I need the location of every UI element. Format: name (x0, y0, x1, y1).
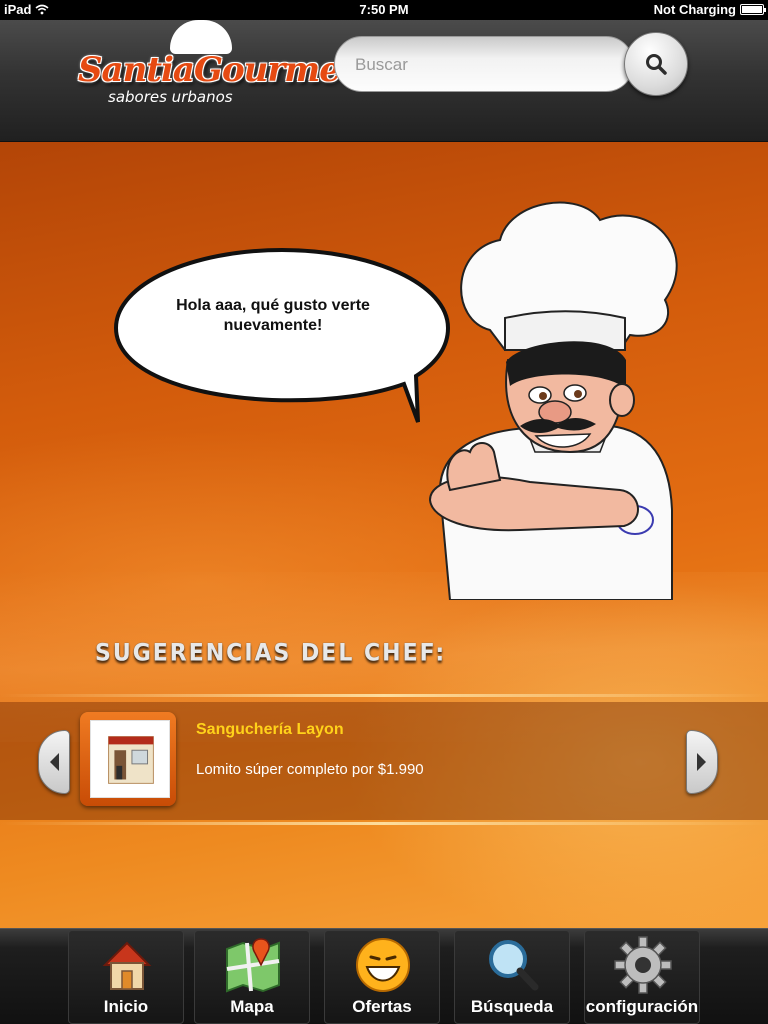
status-bar: iPad 7:50 PM Not Charging (0, 0, 768, 20)
tab-inicio[interactable]: Inicio (68, 930, 184, 1024)
tab-label: Mapa (230, 997, 274, 1016)
chevron-right-icon (697, 753, 706, 771)
battery-icon (740, 4, 766, 15)
tab-label: Inicio (103, 997, 149, 1016)
suggestion-title[interactable]: Sanguchería Layon (196, 721, 344, 739)
charging-status: Not Charging (653, 2, 736, 17)
logo-chef-hat-icon (170, 20, 232, 54)
magnifier-icon (489, 940, 539, 991)
gear-icon (614, 936, 672, 994)
speech-bubble (113, 247, 451, 423)
app-logo: SantiaGourmet sabores urbanos (78, 20, 356, 120)
greeting-line-2: nuevamente! (223, 317, 323, 334)
tab-configuracion[interactable]: configuración (584, 930, 700, 1024)
map-icon (226, 938, 280, 993)
search-input[interactable] (355, 51, 595, 79)
logo-tagline: sabores urbanos (108, 88, 233, 106)
tab-label: configuración (585, 997, 699, 1016)
divider (0, 822, 768, 825)
suggestions-heading: SUGERENCIAS DEL CHEF: (95, 639, 447, 668)
greeting-text: Hola aaa, qué gusto verte nuevamente! (158, 296, 388, 336)
tab-busqueda[interactable]: Búsqueda (454, 930, 570, 1024)
tab-mapa[interactable]: Mapa (194, 930, 310, 1024)
smiley-icon (356, 938, 410, 992)
home-icon (102, 941, 152, 990)
logo-wordmark: SantiaGourmet (78, 50, 356, 90)
chevron-left-icon (50, 753, 59, 771)
search-icon (646, 54, 667, 75)
search-button[interactable] (624, 32, 688, 96)
suggestion-description: Lomito súper completo por $1.990 (196, 761, 424, 778)
tab-ofertas[interactable]: Ofertas (324, 930, 440, 1024)
status-right: Not Charging (653, 2, 766, 17)
divider (0, 694, 768, 697)
tab-label: Búsqueda (470, 997, 554, 1016)
tab-label: Ofertas (352, 997, 412, 1016)
suggestion-thumbnail-storefront (90, 720, 170, 798)
chef-illustration (428, 201, 678, 600)
greeting-line-1: Hola aaa, qué gusto verte (176, 297, 370, 314)
search-box (334, 36, 634, 92)
